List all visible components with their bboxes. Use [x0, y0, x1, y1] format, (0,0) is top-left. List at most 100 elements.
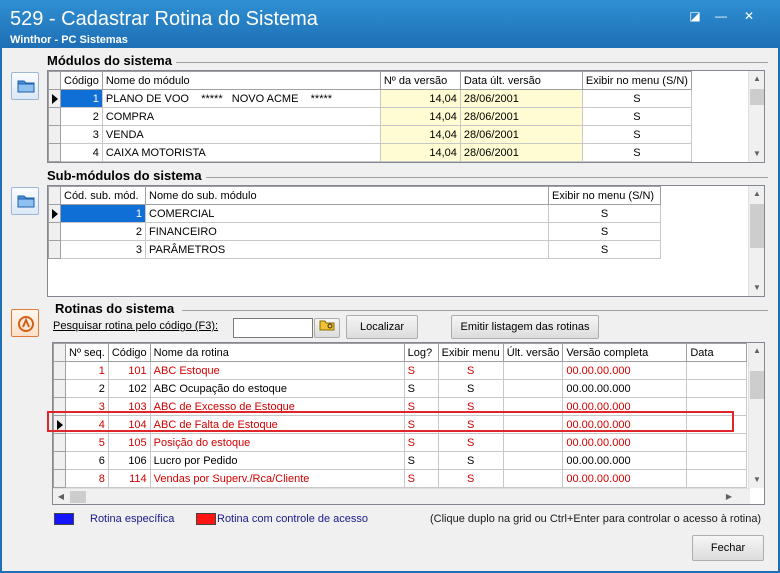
cell-codigo[interactable]: 1 [60, 89, 103, 108]
cell-exibir[interactable]: S [437, 379, 504, 398]
col-header[interactable]: Código [107, 343, 151, 362]
minimize-icon[interactable]: — [712, 8, 730, 24]
table-row[interactable]: 1 101 ABC Estoque S S 00.00.00.000 [53, 361, 748, 380]
cell-log[interactable]: S [403, 361, 439, 380]
cell-data[interactable]: 28/06/2001 [459, 125, 583, 144]
table-row[interactable]: 3 PARÂMETROS S [48, 240, 661, 259]
cell-exibir[interactable]: S [437, 361, 504, 380]
cell-data[interactable] [686, 451, 748, 470]
scroll-up-icon[interactable]: ▲ [749, 343, 764, 359]
scroll-thumb[interactable] [750, 89, 764, 105]
cell-exibir[interactable]: S [581, 89, 692, 108]
scroll-thumb[interactable] [750, 371, 764, 399]
scroll-down-icon[interactable]: ▼ [749, 146, 764, 162]
cell-seq[interactable]: 1 [65, 361, 109, 380]
close-icon[interactable]: ✕ [740, 8, 758, 24]
cell-exibir[interactable]: S [548, 222, 661, 241]
fechar-button[interactable]: Fechar [692, 535, 764, 561]
cell-ult[interactable] [502, 379, 564, 398]
table-row[interactable]: 3 VENDA 14,04 28/06/2001 S [48, 125, 692, 144]
col-header[interactable]: Últ. versão [502, 343, 564, 362]
cell-versao[interactable]: 00.00.00.000 [562, 379, 688, 398]
table-row[interactable]: 2 COMPRA 14,04 28/06/2001 S [48, 107, 692, 126]
table-row[interactable]: 1 PLANO DE VOO ***** NOVO ACME ***** 14,… [48, 89, 692, 108]
cell-log[interactable]: S [403, 469, 439, 488]
cell-nome[interactable]: VENDA [101, 125, 381, 144]
scroll-down-icon[interactable]: ▼ [749, 472, 764, 488]
table-row[interactable]: 2 102 ABC Ocupação do estoque S S 00.00.00.00… [53, 379, 748, 398]
cell-versao[interactable]: 14,04 [379, 89, 461, 108]
cell-versao[interactable]: 00.00.00.000 [562, 433, 688, 452]
cell-versao[interactable]: 14,04 [379, 107, 461, 126]
cell-nome[interactable]: PLANO DE VOO ***** NOVO ACME ***** [101, 89, 381, 108]
table-row[interactable]: 2 FINANCEIRO S [48, 222, 661, 241]
search-lookup-button[interactable] [314, 318, 340, 338]
col-header[interactable]: Exibir no menu (S/N) [548, 186, 661, 205]
cell-data[interactable]: 28/06/2001 [459, 143, 583, 162]
cell-codigo[interactable]: 2 [60, 107, 103, 126]
col-header[interactable]: Data últ. versão [459, 71, 583, 90]
col-header[interactable]: Data [686, 343, 748, 362]
localizar-button[interactable]: Localizar [346, 315, 418, 339]
cell-nome[interactable]: ABC Ocupação do estoque [149, 379, 405, 398]
cell-codigo[interactable]: 3 [60, 240, 146, 259]
emitir-listagem-button[interactable]: Emitir listagem das rotinas [451, 315, 599, 339]
col-header[interactable]: Nº da versão [379, 71, 461, 90]
table-row[interactable]: 5 105 Posição do estoque S S 00.00.00.000 [53, 433, 748, 452]
cell-versao[interactable]: 00.00.00.000 [562, 361, 688, 380]
cell-nome[interactable]: PARÂMETROS [145, 240, 549, 259]
col-header[interactable]: Nome do sub. módulo [145, 186, 549, 205]
col-header[interactable]: Nome da rotina [149, 343, 405, 362]
access-control-icon[interactable] [11, 309, 39, 337]
vertical-scrollbar[interactable]: ▲ ▼ [748, 186, 764, 296]
cell-exibir[interactable]: S [548, 204, 661, 223]
cell-data[interactable]: 28/06/2001 [459, 107, 583, 126]
folder-icon[interactable] [11, 187, 39, 215]
cell-seq[interactable]: 6 [65, 451, 109, 470]
table-row[interactable]: 8 114 Vendas por Superv./Rca/Cliente S S 00.0… [53, 469, 748, 488]
col-header[interactable]: Versão completa [562, 343, 688, 362]
cell-data[interactable] [686, 379, 748, 398]
scroll-thumb[interactable] [70, 491, 86, 503]
cell-versao[interactable]: 14,04 [379, 143, 461, 162]
cell-codigo[interactable]: 102 [107, 379, 151, 398]
col-header[interactable]: Exibir menu [437, 343, 504, 362]
col-header[interactable]: Nome do módulo [101, 71, 381, 90]
cell-log[interactable]: S [403, 379, 439, 398]
cell-data[interactable] [686, 469, 748, 488]
scroll-down-icon[interactable]: ▼ [749, 280, 764, 296]
cell-log[interactable]: S [403, 451, 439, 470]
cell-exibir[interactable]: S [548, 240, 661, 259]
cell-seq[interactable]: 5 [65, 433, 109, 452]
scroll-left-icon[interactable]: ◀ [53, 489, 69, 504]
cell-nome[interactable]: ABC Estoque [149, 361, 405, 380]
cell-nome[interactable]: Vendas por Superv./Rca/Cliente [149, 469, 405, 488]
cell-codigo[interactable]: 2 [60, 222, 146, 241]
folder-icon[interactable] [11, 72, 39, 100]
cell-codigo[interactable]: 114 [107, 469, 151, 488]
col-header[interactable]: Cód. sub. mód. [60, 186, 146, 205]
horizontal-scrollbar[interactable]: ◀ ▶ [53, 488, 750, 504]
cell-nome[interactable]: Lucro por Pedido [149, 451, 405, 470]
cell-codigo[interactable]: 3 [60, 125, 103, 144]
cell-exibir[interactable]: S [437, 469, 504, 488]
scroll-up-icon[interactable]: ▲ [749, 186, 764, 202]
cell-versao[interactable]: 14,04 [379, 125, 461, 144]
cell-codigo[interactable]: 105 [107, 433, 151, 452]
cell-exibir[interactable]: S [581, 107, 692, 126]
cell-nome[interactable]: COMPRA [101, 107, 381, 126]
vertical-scrollbar[interactable]: ▲ ▼ [748, 343, 764, 488]
cell-data[interactable] [686, 433, 748, 452]
cell-seq[interactable]: 2 [65, 379, 109, 398]
cell-data[interactable] [686, 361, 748, 380]
scroll-up-icon[interactable]: ▲ [749, 71, 764, 87]
table-row[interactable]: 1 COMERCIAL S [48, 204, 661, 223]
table-row[interactable]: 4 CAIXA MOTORISTA 14,04 28/06/2001 S [48, 143, 692, 162]
cell-codigo[interactable]: 101 [107, 361, 151, 380]
cell-ult[interactable] [502, 451, 564, 470]
table-row[interactable]: 6 106 Lucro por Pedido S S 00.00.00.000 [53, 451, 748, 470]
cell-exibir[interactable]: S [581, 143, 692, 162]
cell-versao[interactable]: 00.00.00.000 [562, 451, 688, 470]
cell-codigo[interactable]: 1 [60, 204, 146, 223]
submodulos-grid[interactable]: Cód. sub. mód. Nome do sub. módulo Exibi… [47, 185, 765, 297]
